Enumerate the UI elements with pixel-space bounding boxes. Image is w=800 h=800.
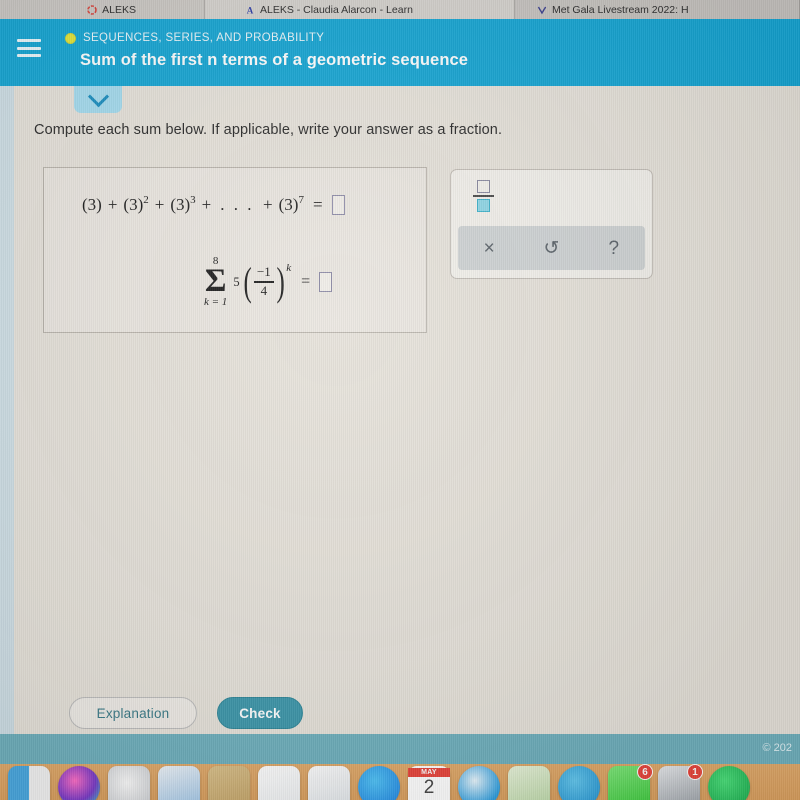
app-store-icon[interactable] (358, 766, 400, 800)
browser-tab-label: ALEKS - Claudia Alarcon - Learn (260, 3, 413, 16)
fraction-numerator: −1 (256, 264, 271, 280)
content-area: Compute each sum below. If applicable, w… (14, 86, 800, 734)
fraction-numerator-placeholder[interactable] (477, 180, 490, 193)
explanation-button[interactable]: Explanation (69, 697, 197, 729)
photographed-screen: ALEKS A ALEKS - Claudia Alarcon - Learn … (0, 0, 800, 800)
browser-tab-label: Met Gala Livestream 2022: H (552, 3, 689, 16)
youtube-icon (537, 6, 547, 14)
keynote-icon[interactable] (308, 766, 350, 800)
sigma-icon: Σ (204, 263, 227, 299)
browser-tab[interactable]: Met Gala Livestream 2022: H (515, 0, 800, 19)
fraction-denominator-placeholder[interactable] (477, 198, 490, 212)
topic-dot-icon (65, 32, 76, 44)
plus-sign: + (263, 195, 273, 214)
fraction-template-button[interactable] (473, 180, 494, 212)
messages-icon[interactable]: 6 (608, 764, 653, 800)
siri-icon[interactable] (58, 766, 100, 800)
safari-icon[interactable] (458, 766, 500, 800)
power-exponent: k (286, 262, 292, 275)
palette-action-row: × ↺ ? (458, 226, 645, 270)
plus-sign: + (201, 195, 212, 214)
plus-sign: + (154, 195, 165, 214)
calendar-icon[interactable]: MAY 2 (408, 766, 450, 800)
messages-badge: 6 (637, 764, 653, 780)
launchpad-icon[interactable] (108, 766, 150, 800)
browser-tab[interactable]: ALEKS (0, 0, 205, 19)
left-rail (0, 86, 14, 734)
ellipsis: . . . (220, 195, 255, 214)
fraction-denominator: 4 (260, 282, 268, 298)
footer-bar: © 202 (0, 734, 800, 764)
term-3-exponent: 3 (190, 194, 196, 206)
calendar-day-label: 2 (423, 777, 435, 798)
hamburger-icon[interactable] (17, 39, 41, 57)
finder-icon[interactable] (8, 766, 50, 800)
term-2-exponent: 2 (143, 194, 149, 206)
undo-button[interactable]: ↺ (526, 239, 576, 258)
breadcrumb: SEQUENCES, SERIES, AND PROBABILITY (65, 32, 324, 44)
notes-icon[interactable] (258, 766, 300, 800)
equals-sign: = (312, 195, 323, 214)
app-header: SEQUENCES, SERIES, AND PROBABILITY Sum o… (0, 19, 800, 86)
help-button[interactable]: ? (589, 239, 639, 258)
summation-operator: 8 Σ k = 1 (204, 256, 227, 308)
photos-icon[interactable] (158, 766, 200, 800)
aleks-red-icon (87, 4, 97, 15)
term-last-exponent: 7 (298, 194, 304, 206)
calendar-month-label: MAY (408, 768, 450, 777)
aleks-blue-a-icon: A (247, 5, 254, 15)
maps-icon[interactable] (508, 766, 550, 800)
clear-button[interactable]: × (464, 239, 514, 258)
copyright-text: © 202 (762, 742, 792, 754)
summation-lower-limit: k = 1 (204, 296, 228, 309)
page-title: Sum of the first n terms of a geometric … (80, 51, 469, 69)
browser-tab-strip: ALEKS A ALEKS - Claudia Alarcon - Learn … (0, 0, 800, 19)
system-preferences-icon[interactable]: 1 (658, 764, 703, 800)
equation-summation: 8 Σ k = 1 5 ( −1 4 ) k = (204, 256, 333, 308)
answer-input-2[interactable] (319, 272, 333, 293)
breadcrumb-label: SEQUENCES, SERIES, AND PROBABILITY (83, 32, 325, 44)
fraction: −1 4 (253, 264, 274, 298)
answer-input-1[interactable] (331, 195, 345, 215)
chevron-down-icon (87, 86, 109, 108)
problem-panel: (3) + (3) 2 + (3) 3 + . . . + (3) 7 = 8 Σ k… (43, 167, 427, 333)
term-3: (3) (170, 195, 191, 214)
browser-tab[interactable]: A ALEKS - Claudia Alarcon - Learn (205, 0, 515, 19)
instruction-text: Compute each sum below. If applicable, w… (34, 122, 503, 138)
svg-text:A: A (247, 5, 254, 15)
equals-sign: = (301, 273, 311, 291)
math-tool-palette: × ↺ ? (450, 169, 653, 279)
coefficient: 5 (233, 274, 240, 289)
system-preferences-badge: 1 (687, 764, 703, 780)
plus-sign: + (107, 195, 118, 214)
fraction-bar-icon (473, 195, 494, 197)
check-button[interactable]: Check (217, 697, 303, 729)
action-bar: Explanation Check (69, 697, 303, 729)
mail-icon[interactable] (558, 766, 600, 800)
collapse-panel-tab[interactable] (74, 86, 122, 113)
open-paren: ( (243, 258, 252, 304)
browser-tab-label: ALEKS (102, 3, 136, 16)
term-2: (3) (123, 195, 144, 214)
term-1: (3) (82, 195, 102, 214)
close-paren: ) (276, 258, 285, 304)
macos-dock: MAY 2 6 1 (0, 764, 800, 800)
term-last: (3) (278, 195, 299, 214)
spotify-icon[interactable] (708, 766, 750, 800)
equation-expanded-series: (3) + (3) 2 + (3) 3 + . . . + (3) 7 = (82, 194, 345, 215)
contacts-icon[interactable] (208, 766, 250, 800)
